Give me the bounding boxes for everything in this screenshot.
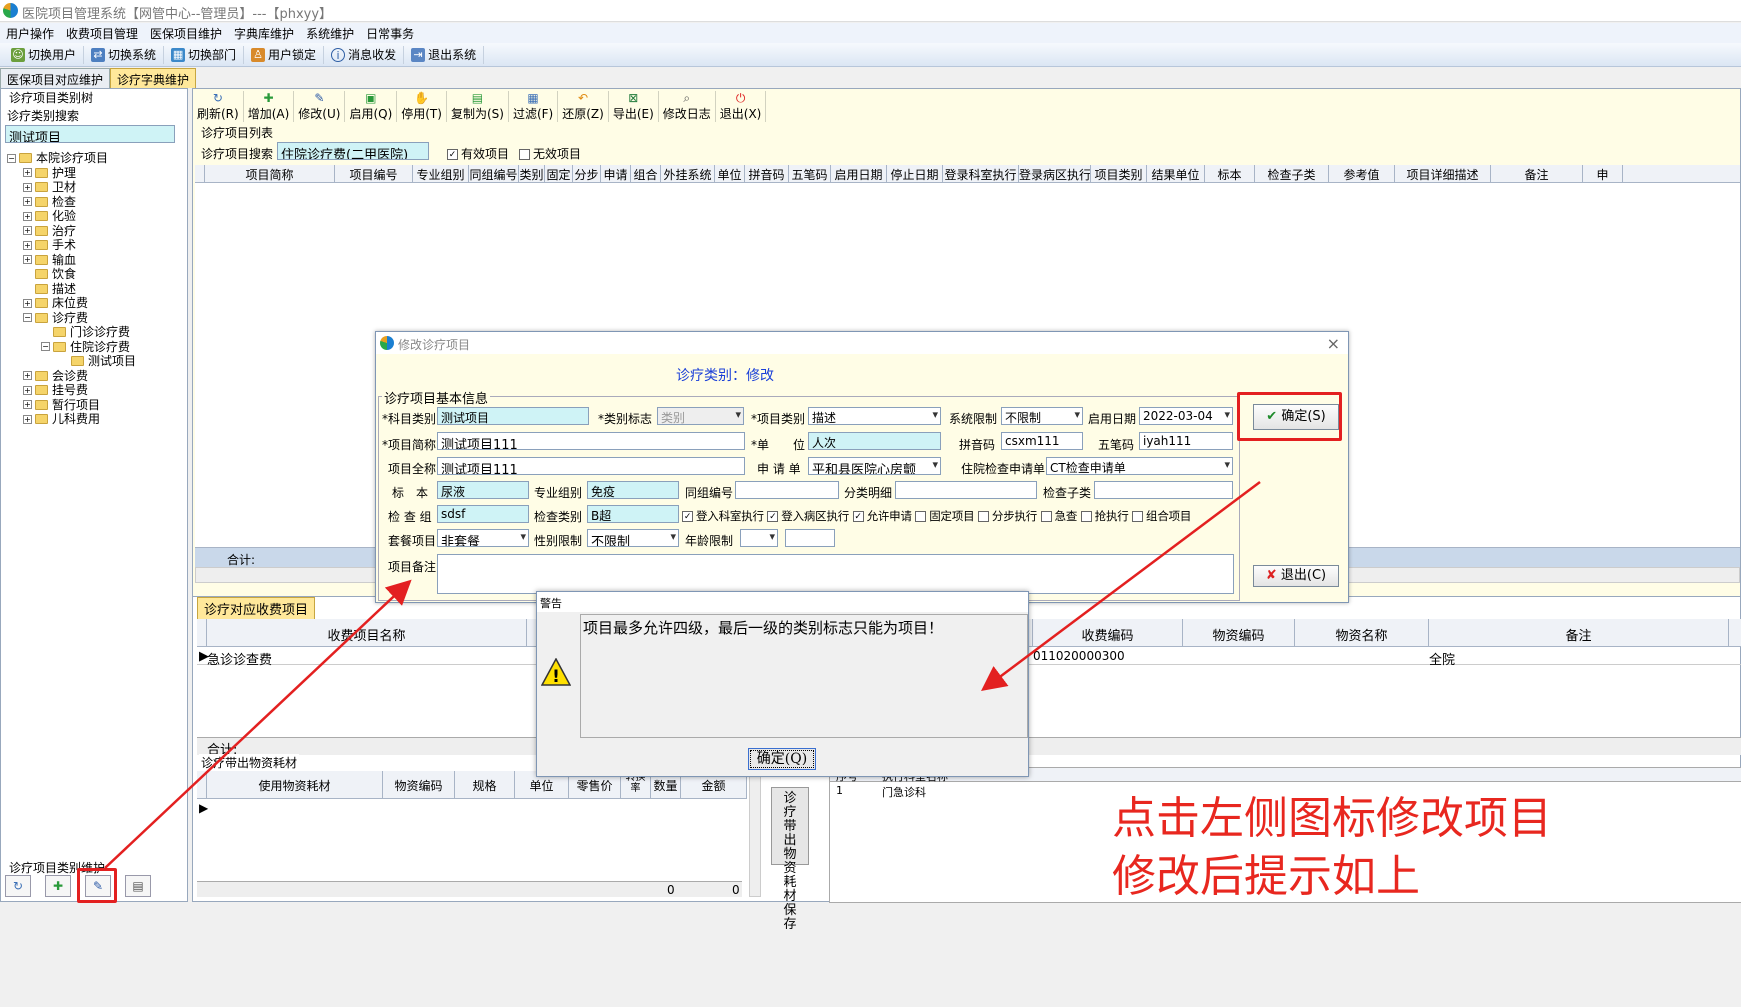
arrow-to-dialog bbox=[104, 579, 412, 869]
annotation-line-2: 修改后提示如上 bbox=[1112, 851, 1420, 902]
arrow-to-warning bbox=[980, 480, 1261, 691]
annotation-line-1: 点击左侧图标修改项目 bbox=[1112, 793, 1552, 844]
annotation-arrows bbox=[104, 480, 1261, 869]
